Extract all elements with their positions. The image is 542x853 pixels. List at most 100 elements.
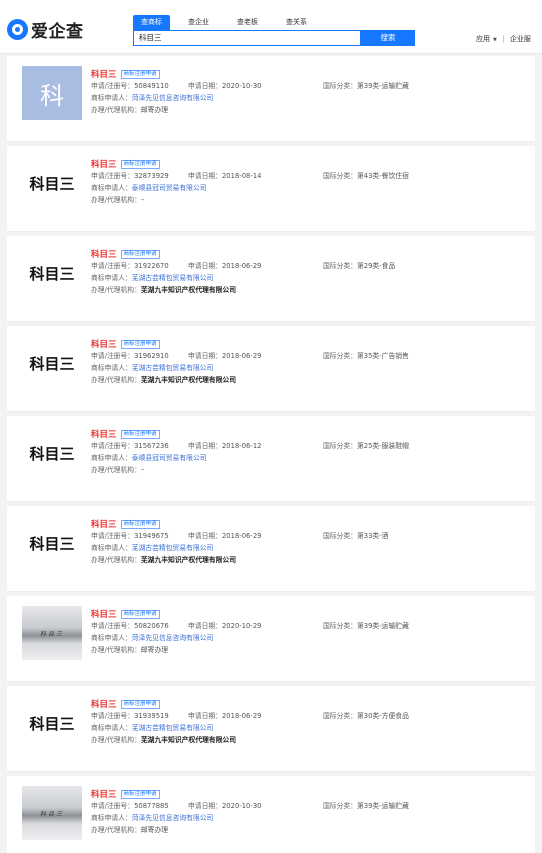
agent-label: 办理/代理机构： bbox=[91, 286, 141, 294]
result-card[interactable]: 科目三 科目三 商标注册申请 申请/注册号：50877885 申请日期：2020… bbox=[7, 776, 535, 853]
applicant-label: 商标申请人： bbox=[91, 364, 132, 372]
result-card[interactable]: 科目三 科目三 商标注册申请 申请/注册号：50820676 申请日期：2020… bbox=[7, 596, 535, 682]
trademark-image[interactable]: 科目三 bbox=[22, 606, 82, 660]
title-row: 科目三 商标注册申请 bbox=[91, 428, 527, 440]
trademark-image[interactable]: 科目三 bbox=[22, 696, 82, 750]
status-badge: 商标注册申请 bbox=[120, 159, 160, 169]
trademark-image[interactable]: 科目三 bbox=[22, 246, 82, 300]
tab-relation[interactable]: 查关系 bbox=[278, 15, 315, 30]
applicant-link[interactable]: 芜湖古芸精包贸易有限公司 bbox=[132, 544, 214, 552]
status-badge: 商标注册申请 bbox=[120, 69, 160, 79]
logo[interactable]: 爱企查 bbox=[7, 18, 84, 42]
tab-company[interactable]: 查企业 bbox=[180, 15, 217, 30]
result-info: 科目三 商标注册申请 申请/注册号：50877885 申请日期：2020-10-… bbox=[91, 788, 527, 836]
reg-no-label: 申请/注册号： bbox=[91, 532, 135, 540]
apply-date-label: 申请日期： bbox=[188, 622, 222, 630]
intl-class-group: 国际分类：第29类-食品 bbox=[323, 260, 395, 272]
agent-row: 办理/代理机构：邮寄办理 bbox=[91, 644, 527, 656]
trademark-photo: 科目三 bbox=[39, 810, 64, 818]
applicant-link[interactable]: 菏泽先见信息咨询有限公司 bbox=[132, 94, 214, 102]
apply-date-value: 2020-10-30 bbox=[221, 802, 262, 810]
applicant-row: 商标申请人：芜湖古芸精包贸易有限公司 bbox=[91, 272, 527, 284]
trademark-name[interactable]: 科目三 bbox=[91, 158, 117, 170]
applicant-link[interactable]: 菏泽先见信息咨询有限公司 bbox=[132, 634, 214, 642]
applicant-link[interactable]: 芜湖古芸精包贸易有限公司 bbox=[132, 364, 214, 372]
result-card[interactable]: 科目三 科目三 商标注册申请 申请/注册号：31567236 申请日期：2018… bbox=[7, 416, 535, 502]
applicant-row: 商标申请人：菏泽先见信息咨询有限公司 bbox=[91, 632, 527, 644]
tab-trademark[interactable]: 查商标 bbox=[133, 15, 170, 30]
tab-boss[interactable]: 查老板 bbox=[229, 15, 266, 30]
apply-date-label: 申请日期： bbox=[188, 802, 222, 810]
intl-class-label: 国际分类： bbox=[323, 172, 357, 180]
applicant-label: 商标申请人： bbox=[91, 814, 132, 822]
result-card[interactable]: 科目三 科目三 商标注册申请 申请/注册号：31949675 申请日期：2018… bbox=[7, 506, 535, 592]
applicant-link[interactable]: 菏泽先见信息咨询有限公司 bbox=[132, 814, 214, 822]
trademark-name[interactable]: 科目三 bbox=[91, 698, 117, 710]
intl-class-group: 国际分类：第35类-广告销售 bbox=[323, 350, 409, 362]
trademark-name[interactable]: 科目三 bbox=[91, 68, 117, 80]
trademark-name[interactable]: 科目三 bbox=[91, 248, 117, 260]
agent-value: 邮寄办理 bbox=[140, 106, 169, 114]
applicant-link[interactable]: 芜湖古芸精包贸易有限公司 bbox=[132, 724, 214, 732]
trademark-name[interactable]: 科目三 bbox=[91, 608, 117, 620]
agent-row: 办理/代理机构：– bbox=[91, 194, 527, 206]
apply-date-group: 申请日期：2020-10-30 bbox=[188, 800, 262, 812]
trademark-image[interactable]: 科目三 bbox=[22, 156, 82, 210]
result-card[interactable]: 科 科目三 商标注册申请 申请/注册号：50849110 申请日期：2020-1… bbox=[7, 56, 535, 142]
apply-date-label: 申请日期： bbox=[188, 172, 222, 180]
search-input[interactable]: 科目三 bbox=[133, 30, 361, 46]
intl-class-value: 第39类-运输贮藏 bbox=[356, 802, 409, 810]
reg-no-value: 32873929 bbox=[134, 172, 169, 180]
status-badge: 商标注册申请 bbox=[120, 429, 160, 439]
result-info: 科目三 商标注册申请 申请/注册号：31939519 申请日期：2018-06-… bbox=[91, 698, 527, 746]
agent-row: 办理/代理机构：芜湖九丰知识产权代理有限公司 bbox=[91, 554, 527, 566]
apps-label: 应用 bbox=[476, 35, 490, 43]
applicant-label: 商标申请人： bbox=[91, 94, 132, 102]
applicant-link[interactable]: 芜湖古芸精包贸易有限公司 bbox=[132, 274, 214, 282]
applicant-row: 商标申请人：芜湖古芸精包贸易有限公司 bbox=[91, 362, 527, 374]
trademark-image[interactable]: 科 bbox=[22, 66, 82, 120]
trademark-image-text: 科目三 bbox=[29, 714, 75, 733]
apply-date-group: 申请日期：2018-06-29 bbox=[188, 260, 262, 272]
result-card[interactable]: 科目三 科目三 商标注册申请 申请/注册号：31922670 申请日期：2018… bbox=[7, 236, 535, 322]
agent-value: 芜湖九丰知识产权代理有限公司 bbox=[140, 376, 237, 384]
reg-no-label: 申请/注册号： bbox=[91, 82, 135, 90]
agent-value: 芜湖九丰知识产权代理有限公司 bbox=[140, 736, 237, 744]
intl-class-group: 国际分类：第30类-方便食品 bbox=[323, 710, 409, 722]
apps-menu[interactable]: 应用 ▼ bbox=[476, 34, 497, 44]
intl-class-group: 国际分类：第39类-运输贮藏 bbox=[323, 80, 409, 92]
apply-date-label: 申请日期： bbox=[188, 442, 222, 450]
intl-class-value: 第43类-餐饮住宿 bbox=[356, 172, 409, 180]
search-button[interactable]: 搜索 bbox=[361, 30, 415, 46]
agent-label: 办理/代理机构： bbox=[91, 556, 141, 564]
apply-date-label: 申请日期： bbox=[188, 532, 222, 540]
trademark-name[interactable]: 科目三 bbox=[91, 788, 117, 800]
result-info: 科目三 商标注册申请 申请/注册号：31962910 申请日期：2018-06-… bbox=[91, 338, 527, 386]
trademark-image[interactable]: 科目三 bbox=[22, 786, 82, 840]
applicant-link[interactable]: 泰顺县冠司贸易有限公司 bbox=[132, 184, 207, 192]
intl-class-value: 第39类-运输贮藏 bbox=[356, 82, 409, 90]
meta-row: 申请/注册号：50849110 申请日期：2020-10-30 国际分类：第39… bbox=[91, 80, 527, 92]
trademark-image[interactable]: 科目三 bbox=[22, 516, 82, 570]
status-badge: 商标注册申请 bbox=[120, 699, 160, 709]
title-row: 科目三 商标注册申请 bbox=[91, 788, 527, 800]
result-card[interactable]: 科目三 科目三 商标注册申请 申请/注册号：32873929 申请日期：2018… bbox=[7, 146, 535, 232]
intl-class-label: 国际分类： bbox=[323, 262, 357, 270]
trademark-name[interactable]: 科目三 bbox=[91, 338, 117, 350]
trademark-name[interactable]: 科目三 bbox=[91, 518, 117, 530]
agent-label: 办理/代理机构： bbox=[91, 466, 141, 474]
intl-class-value: 第33类-酒 bbox=[356, 532, 389, 540]
trademark-name[interactable]: 科目三 bbox=[91, 428, 117, 440]
result-card[interactable]: 科目三 科目三 商标注册申请 申请/注册号：31939519 申请日期：2018… bbox=[7, 686, 535, 772]
result-card[interactable]: 科目三 科目三 商标注册申请 申请/注册号：31962910 申请日期：2018… bbox=[7, 326, 535, 412]
trademark-image[interactable]: 科目三 bbox=[22, 426, 82, 480]
title-row: 科目三 商标注册申请 bbox=[91, 698, 527, 710]
applicant-link[interactable]: 泰顺县冠司贸易有限公司 bbox=[132, 454, 207, 462]
meta-row: 申请/注册号：31962910 申请日期：2018-06-29 国际分类：第35… bbox=[91, 350, 527, 362]
intl-class-label: 国际分类： bbox=[323, 82, 357, 90]
meta-row: 申请/注册号：31922670 申请日期：2018-06-29 国际分类：第29… bbox=[91, 260, 527, 272]
enterprise-service-link[interactable]: 企业服 bbox=[510, 34, 531, 44]
intl-class-group: 国际分类：第43类-餐饮住宿 bbox=[323, 170, 409, 182]
trademark-image[interactable]: 科目三 bbox=[22, 336, 82, 390]
intl-class-label: 国际分类： bbox=[323, 802, 357, 810]
